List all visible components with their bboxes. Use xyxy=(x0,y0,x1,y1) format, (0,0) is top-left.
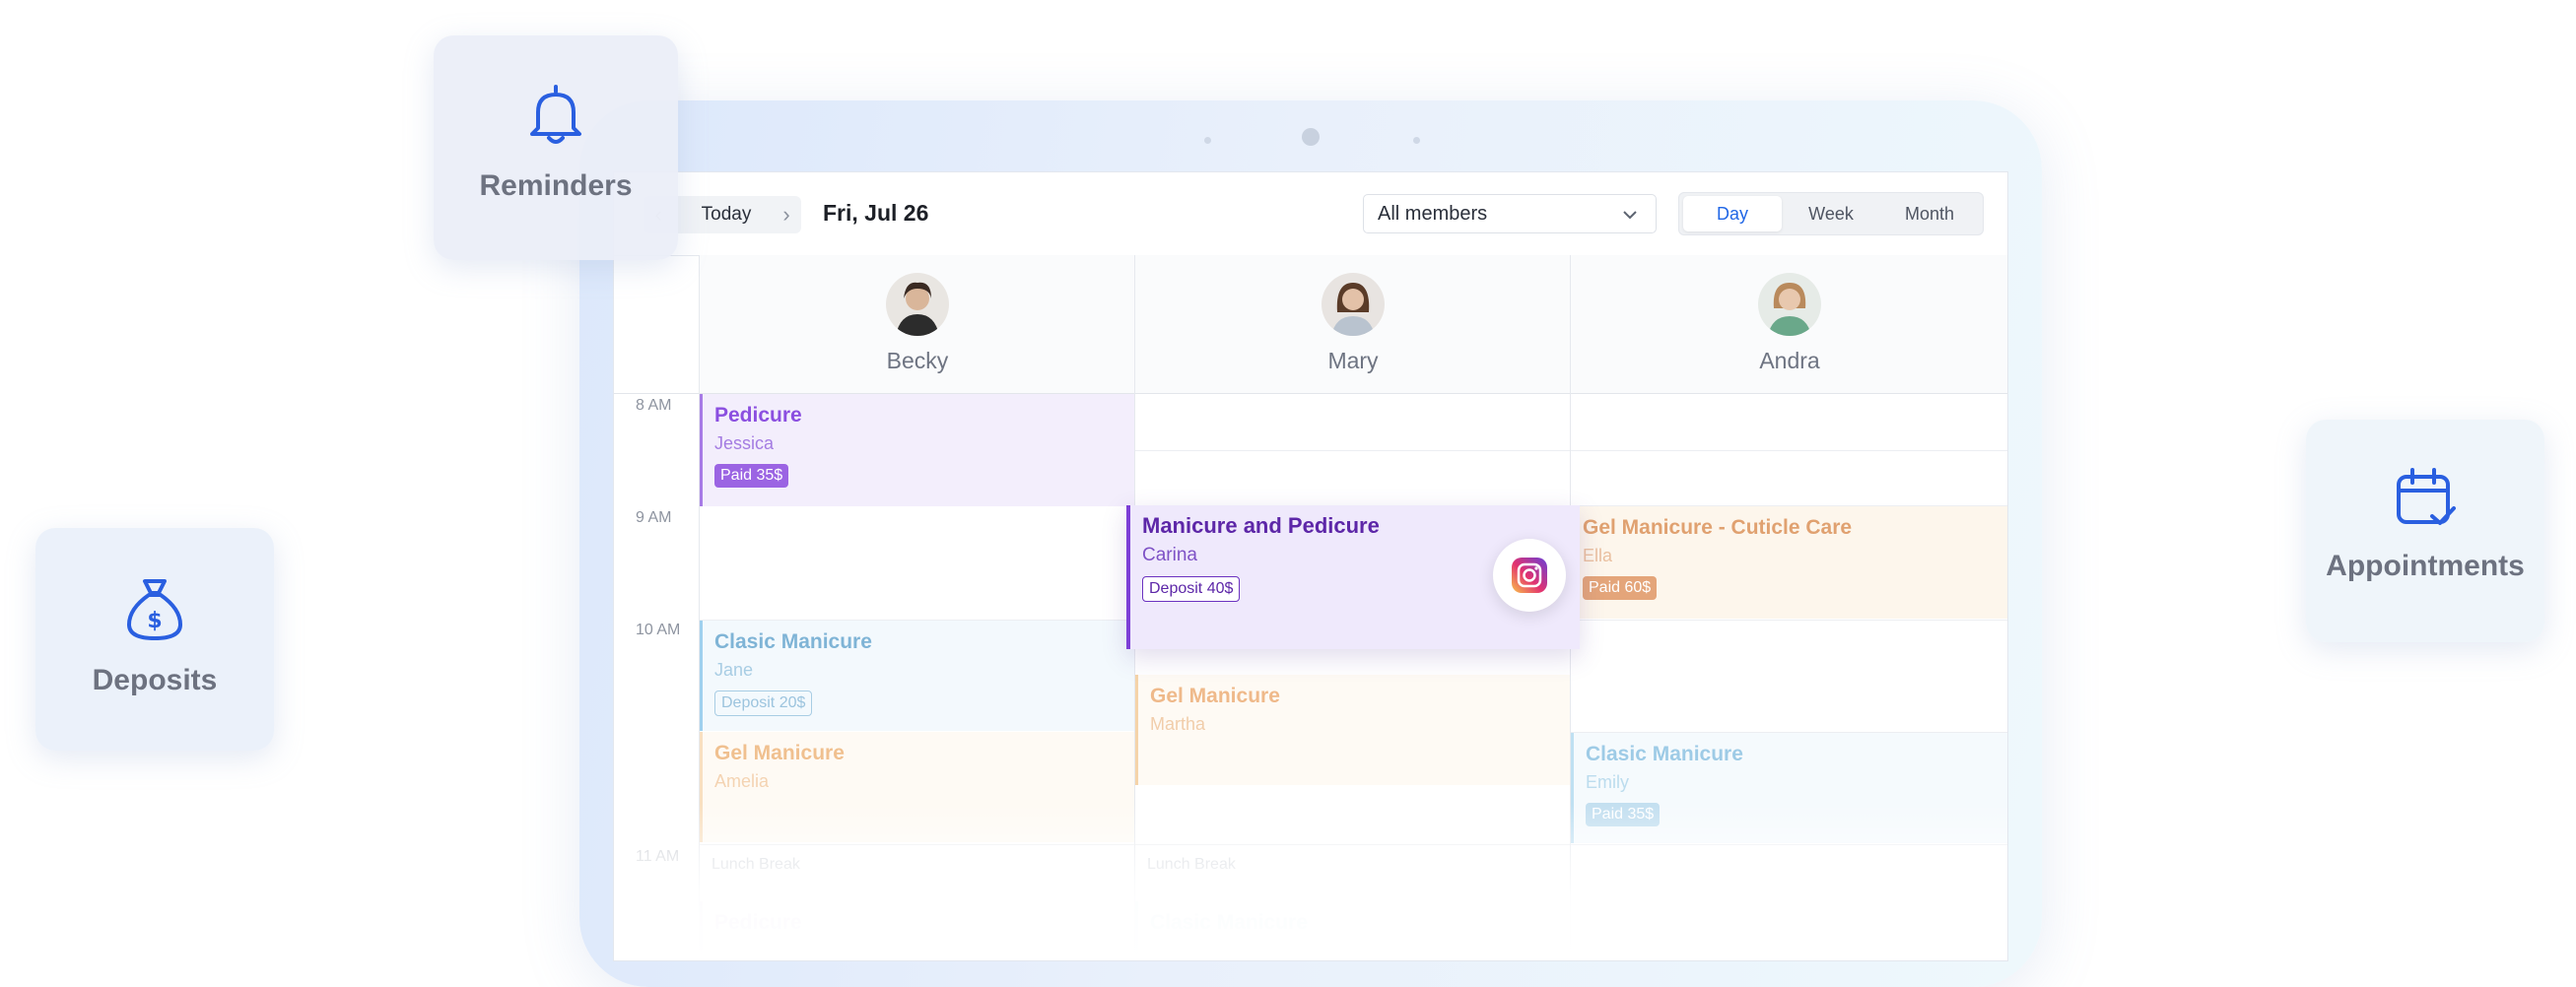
appointment-client: Jane xyxy=(714,660,754,680)
svg-text:$: $ xyxy=(147,609,162,633)
today-button[interactable]: Today xyxy=(687,196,766,233)
staff-header-becky: Becky xyxy=(699,255,1135,393)
appointment-title: Lunch Break xyxy=(712,856,800,873)
appointment-title: Clasic Manicure xyxy=(1150,911,1308,934)
appointment-title: Clasic Manicure xyxy=(714,630,872,653)
staff-header-mary: Mary xyxy=(1134,255,1571,393)
money-bag-icon: $ xyxy=(127,579,182,640)
feature-card-deposits: $ Deposits xyxy=(35,528,274,751)
staff-name: Andra xyxy=(1759,348,1820,373)
view-toggle: Day Week Month xyxy=(1678,192,1984,235)
avatar xyxy=(1322,273,1385,336)
feature-label: Appointments xyxy=(2326,550,2525,582)
appointment-card[interactable]: Clasic Manicure Jane Deposit 20$ xyxy=(700,621,1134,731)
appointment-client: Martha xyxy=(1150,714,1206,734)
view-day-button[interactable]: Day xyxy=(1683,196,1782,231)
feature-label: Reminders xyxy=(479,169,633,202)
sensor-dot-left xyxy=(1204,137,1211,144)
appointment-card[interactable]: Clasic Manicure xyxy=(1135,901,1570,960)
sensor-dot-right xyxy=(1413,137,1420,144)
member-select-value: All members xyxy=(1378,202,1488,225)
bell-icon xyxy=(530,85,581,144)
grid-line xyxy=(1570,393,1571,960)
instagram-icon xyxy=(1493,539,1566,612)
appointment-client: Jessica xyxy=(714,433,775,453)
status-badge: Deposit 20$ xyxy=(714,691,813,716)
view-week-button[interactable]: Week xyxy=(1782,196,1880,231)
feature-card-reminders: Reminders xyxy=(434,35,678,260)
appointment-title: Gel Manicure xyxy=(714,742,845,764)
time-label: 10 AM xyxy=(636,622,681,638)
member-select[interactable]: All members xyxy=(1363,194,1657,233)
staff-name: Mary xyxy=(1327,348,1379,373)
status-badge: Deposit 40$ xyxy=(1142,576,1241,602)
appointment-card[interactable]: Gel Manicure - Cuticle Care Ella Paid 60… xyxy=(1571,506,2007,619)
status-badge: Paid 35$ xyxy=(1586,803,1661,826)
calendar-check-icon xyxy=(2397,468,2456,525)
chevron-right-icon[interactable]: › xyxy=(772,196,801,233)
avatar xyxy=(886,273,949,336)
staff-header-andra: Andra xyxy=(1570,255,2007,393)
appointment-card[interactable]: Lunch Break xyxy=(700,850,1134,889)
appointment-title: Gel Manicure xyxy=(1150,685,1280,707)
appointment-client: Emily xyxy=(1586,772,1629,792)
appointment-client: Ella xyxy=(1583,546,1613,565)
calendar-toolbar: ‹ Today › Fri, Jul 26 All members Day We… xyxy=(614,172,2007,256)
appointment-card-highlighted[interactable]: Manicure and Pedicure Carina Deposit 40$ xyxy=(1126,505,1580,649)
time-label: 11 AM xyxy=(636,848,680,865)
grid-line xyxy=(699,844,2007,845)
current-date: Fri, Jul 26 xyxy=(823,200,929,226)
view-month-button[interactable]: Month xyxy=(1880,196,1979,231)
staff-name: Becky xyxy=(886,348,949,373)
status-badge: Paid 60$ xyxy=(1583,576,1658,600)
feature-label: Deposits xyxy=(92,664,218,696)
chevron-down-icon xyxy=(1623,211,1637,220)
time-label: 9 AM xyxy=(636,509,672,526)
camera-icon xyxy=(1302,128,1320,146)
appointment-title: Clasic Manicure xyxy=(1586,743,1743,765)
appointment-title: Gel Manicure - Cuticle Care xyxy=(1583,516,1853,539)
time-label: 8 AM xyxy=(636,397,672,414)
appointment-card[interactable]: Clasic Manicure Emily Paid 35$ xyxy=(1571,733,2007,843)
avatar xyxy=(1758,273,1821,336)
status-badge: Paid 35$ xyxy=(714,464,789,488)
appointment-title: Pedicure xyxy=(714,911,802,934)
appointment-title: Lunch Break xyxy=(1147,856,1236,873)
appointment-card[interactable]: Gel Manicure Amelia xyxy=(700,732,1134,842)
appointment-card[interactable]: Gel Manicure Martha xyxy=(1135,675,1570,785)
feature-card-appointments: Appointments xyxy=(2306,420,2544,642)
appointment-title: Manicure and Pedicure xyxy=(1142,513,1380,538)
calendar-screen: ‹ Today › Fri, Jul 26 All members Day We… xyxy=(613,171,2008,961)
appointment-title: Pedicure xyxy=(714,404,802,427)
appointment-client: Amelia xyxy=(714,771,770,791)
appointment-card[interactable]: Pedicure xyxy=(700,901,1134,960)
appointment-card[interactable]: Pedicure Jessica Paid 35$ xyxy=(700,394,1134,506)
appointment-card[interactable]: Lunch Break xyxy=(1135,850,1570,889)
